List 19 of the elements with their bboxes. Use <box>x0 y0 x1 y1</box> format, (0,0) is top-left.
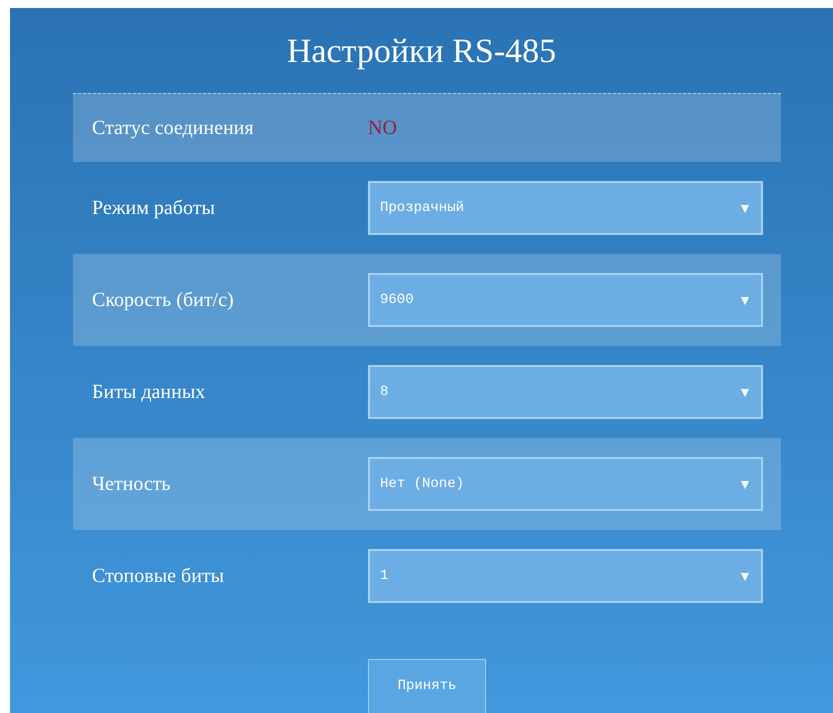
field-label: Стоповые биты <box>92 564 226 589</box>
dropdown[interactable]: Нет (None) <box>368 457 763 511</box>
dropdown[interactable]: Прозрачный <box>368 181 763 235</box>
field-label: Скорость (бит/с) <box>92 288 235 313</box>
dropdown[interactable]: 9600 <box>368 273 763 327</box>
caret-icon <box>741 296 749 304</box>
accept-button[interactable]: Принять <box>368 659 486 713</box>
dropdown[interactable]: 8 <box>368 365 763 419</box>
field-label: Биты данных <box>92 380 206 405</box>
caret-icon <box>741 480 749 488</box>
dropdown[interactable]: 1 <box>368 549 763 603</box>
field-label: Четность <box>92 472 172 497</box>
field-label: Режим работы <box>92 196 216 221</box>
field-label: Статус соединения <box>92 116 255 141</box>
status-value: NO <box>368 116 397 141</box>
caret-icon <box>741 388 749 396</box>
page-title: Настройки RS-485 <box>286 32 556 72</box>
caret-icon <box>741 204 749 212</box>
caret-icon <box>741 572 749 580</box>
